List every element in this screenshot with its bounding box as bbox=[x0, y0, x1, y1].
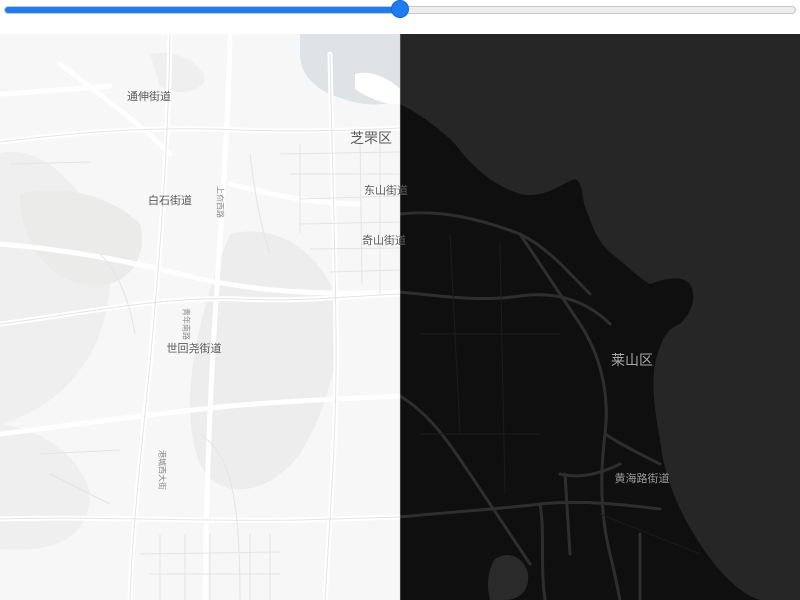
label-huanghai: 黄海路街道 bbox=[614, 472, 670, 485]
label-laishan-district: 莱山区 bbox=[611, 353, 653, 369]
label-road-2: 青年南路 bbox=[181, 308, 191, 340]
label-qishan: 奇山街道 bbox=[362, 234, 406, 247]
label-baishi: 白石街道 bbox=[148, 194, 192, 207]
label-tongshen: 通伸街道 bbox=[127, 90, 171, 103]
dark-basemap bbox=[400, 34, 800, 600]
light-basemap bbox=[0, 34, 400, 600]
label-dongshan: 东山街道 bbox=[364, 184, 408, 197]
label-road-3: 港城西大街 bbox=[157, 450, 167, 490]
basemap-svg bbox=[0, 34, 800, 600]
map-comparison-view[interactable]: 通伸街道 芝罘区 白石街道 世回尧街道 上夼西路 青年南路 港城西大街 东山街道… bbox=[0, 34, 800, 600]
label-zhifu-district: 芝罘区 bbox=[350, 131, 392, 147]
slider-thumb[interactable] bbox=[392, 1, 408, 17]
label-road-1: 上夼西路 bbox=[215, 186, 225, 218]
swipe-slider[interactable] bbox=[0, 0, 800, 34]
label-shihuizhuang: 世回尧街道 bbox=[166, 342, 222, 355]
slider-fill bbox=[5, 7, 400, 13]
